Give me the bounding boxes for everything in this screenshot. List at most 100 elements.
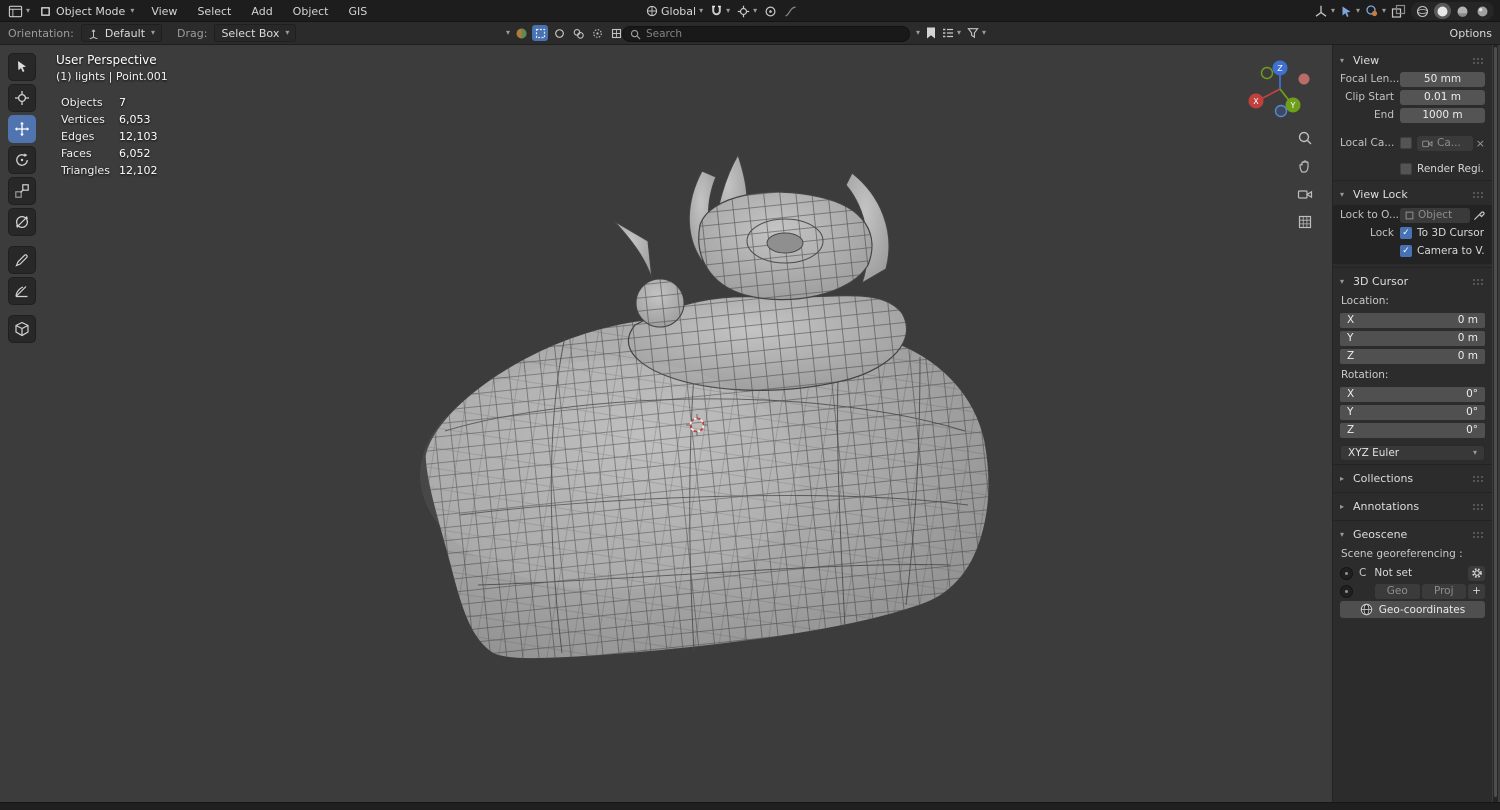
clip-start-field[interactable]: 0.01 m: [1400, 89, 1485, 105]
active-tool-icon[interactable]: [513, 25, 529, 41]
lock-3d-cursor-checkbox[interactable]: [1400, 227, 1412, 239]
list-icon: [943, 28, 954, 38]
zoom-button[interactable]: [1294, 127, 1315, 148]
menu-object[interactable]: Object: [286, 5, 336, 18]
tool-add-cube[interactable]: [8, 315, 36, 343]
editor-type-button[interactable]: ▾: [8, 4, 30, 19]
transform-orientation-dropdown[interactable]: Global ▾: [646, 5, 703, 18]
render-region-checkbox[interactable]: [1400, 163, 1412, 175]
tool-select-box[interactable]: [8, 53, 36, 81]
shading-wireframe-button[interactable]: [1414, 3, 1431, 19]
chevron-down-icon: ▾: [753, 6, 758, 15]
scrollbar-thumb[interactable]: [1494, 47, 1497, 797]
tool-cursor[interactable]: [8, 84, 36, 112]
cursor-rotation-y-field[interactable]: Y 0°: [1340, 404, 1485, 420]
chevron-down-icon: ▾: [1340, 190, 1345, 199]
viewport-overlay: User Perspective (1) lights | Point.001 …: [56, 53, 168, 177]
viewport-3d[interactable]: User Perspective (1) lights | Point.001 …: [0, 45, 1500, 802]
shading-solid-button[interactable]: [1434, 3, 1451, 19]
local-camera-checkbox[interactable]: [1400, 137, 1412, 149]
gizmo-axis-y-neg[interactable]: [1260, 66, 1274, 80]
show-gizmo-dropdown[interactable]: ▾: [1314, 4, 1335, 18]
proj-button[interactable]: Proj: [1421, 583, 1466, 599]
panel-header-3d-cursor[interactable]: ▾ 3D Cursor: [1340, 271, 1485, 292]
select-mode-circle-button[interactable]: [551, 25, 567, 41]
drag-grip-icon[interactable]: [1472, 191, 1485, 198]
panel-header-view-lock[interactable]: ▾ View Lock: [1340, 184, 1485, 205]
clear-icon[interactable]: ×: [1476, 137, 1485, 150]
cursor-location-x-field[interactable]: X0 m: [1340, 312, 1485, 328]
focal-length-field[interactable]: 50 mm: [1400, 71, 1485, 87]
geo-coordinates-button[interactable]: Geo-coordinates: [1340, 601, 1485, 618]
panel-header-view[interactable]: ▾ View: [1340, 50, 1485, 71]
cursor-location-y-field[interactable]: Y0 m: [1340, 330, 1485, 346]
lock-to-object-field[interactable]: Object: [1400, 207, 1470, 223]
camera-view-button[interactable]: [1294, 183, 1315, 204]
tool-move[interactable]: [8, 115, 36, 143]
mode-dropdown[interactable]: Object Mode ▾: [36, 5, 138, 18]
tool-measure[interactable]: [8, 277, 36, 305]
gizmo-axis-x-neg[interactable]: [1298, 73, 1310, 85]
panel-header-annotations[interactable]: ▸ Annotations: [1340, 496, 1485, 517]
menu-view[interactable]: View: [144, 5, 184, 18]
shading-material-button[interactable]: [1454, 3, 1471, 19]
camera-to-view-checkbox[interactable]: [1400, 245, 1412, 257]
show-overlays-toggle[interactable]: ▾: [1365, 4, 1386, 18]
select-mode-paint-button[interactable]: [589, 25, 605, 41]
local-camera-field[interactable]: Ca...: [1417, 135, 1473, 151]
drag-grip-icon[interactable]: [1472, 531, 1485, 538]
drag-grip-icon[interactable]: [1472, 503, 1485, 510]
bookmark-button[interactable]: [926, 27, 936, 39]
gizmo-axis-z-neg[interactable]: [1274, 104, 1288, 118]
tool-scale[interactable]: [8, 177, 36, 205]
crs-settings-button[interactable]: [1468, 565, 1485, 581]
chevron-down-icon[interactable]: ▾: [916, 29, 920, 37]
menu-gis[interactable]: GIS: [342, 5, 375, 18]
drag-grip-icon[interactable]: [1472, 475, 1485, 482]
eyedropper-button[interactable]: [1473, 209, 1485, 221]
snap-target-dropdown[interactable]: ▾: [737, 5, 757, 18]
add-crs-button[interactable]: +: [1468, 583, 1485, 599]
tool-annotate[interactable]: [8, 246, 36, 274]
proj-radio[interactable]: [1340, 584, 1353, 598]
cursor-rotation-z-field[interactable]: Z 0°: [1340, 422, 1485, 438]
show-gizmos-toggle[interactable]: ▾: [1340, 5, 1360, 18]
cursor-rotation-x-field[interactable]: X 0°: [1340, 386, 1485, 402]
menu-add[interactable]: Add: [244, 5, 279, 18]
display-mode-dropdown[interactable]: ▾: [942, 27, 961, 39]
chevron-down-icon[interactable]: ▾: [506, 29, 510, 37]
search-field[interactable]: [622, 26, 910, 42]
panel-header-collections[interactable]: ▸ Collections: [1340, 468, 1485, 489]
xray-toggle[interactable]: [1391, 4, 1406, 19]
ortho-toggle-button[interactable]: [1294, 211, 1315, 232]
filter-dropdown[interactable]: ▾: [967, 27, 986, 39]
tool-transform[interactable]: [8, 208, 36, 236]
drag-dropdown[interactable]: Select Box ▾: [214, 24, 297, 42]
lock-to-object-label: Lock to O...: [1340, 209, 1400, 221]
select-mode-lasso-button[interactable]: [570, 25, 586, 41]
mesh-object[interactable]: [420, 153, 990, 660]
orientation-dropdown[interactable]: Default ▾: [80, 24, 163, 42]
clip-end-field[interactable]: 1000 m: [1400, 107, 1485, 123]
rotation-mode-dropdown[interactable]: XYZ Euler ▾: [1340, 445, 1485, 461]
crs-radio[interactable]: [1340, 566, 1353, 580]
snap-toggle-button[interactable]: ▾: [710, 5, 730, 18]
drag-grip-icon[interactable]: [1472, 278, 1485, 285]
shading-rendered-button[interactable]: [1474, 3, 1491, 19]
options-button[interactable]: Options: [1450, 22, 1492, 44]
stat-label: Faces: [61, 147, 92, 160]
drag-grip-icon[interactable]: [1472, 57, 1485, 64]
geo-button[interactable]: Geo: [1375, 583, 1420, 599]
cursor-location-z-field[interactable]: Z0 m: [1340, 348, 1485, 364]
search-input[interactable]: [646, 28, 902, 40]
panel-scrollbar[interactable]: [1493, 45, 1498, 802]
panel-header-geoscene[interactable]: ▾ Geoscene: [1340, 524, 1485, 545]
proportional-editing-button[interactable]: [764, 5, 777, 18]
pan-button[interactable]: [1294, 155, 1315, 176]
camera-icon: [1297, 189, 1312, 199]
navigation-gizmo[interactable]: Z X Y: [1248, 57, 1312, 121]
menu-select[interactable]: Select: [190, 5, 238, 18]
falloff-dropdown[interactable]: [784, 5, 797, 18]
tool-rotate[interactable]: [8, 146, 36, 174]
select-mode-box-button[interactable]: [532, 25, 549, 41]
